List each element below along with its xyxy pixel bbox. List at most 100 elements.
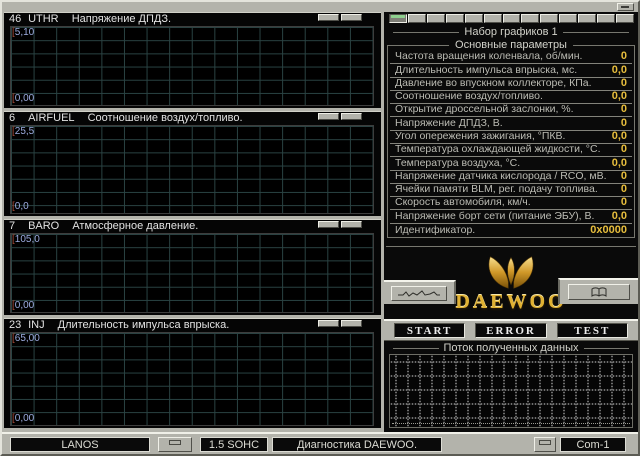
graph-code: BARO [28, 220, 60, 232]
status-model-field: LANOS [10, 437, 150, 452]
graph-scale-down-button[interactable] [341, 113, 362, 120]
param-value: 0 [620, 76, 627, 89]
start-button[interactable]: START [394, 323, 466, 338]
graph-panel-baro: 7 BARO Атмосферное давление. [105,0 [0,0… [4, 220, 381, 315]
param-label: Температура воздуха, °С. [395, 156, 521, 169]
param-row: Давление во впускном коллекторе, КПа. 0 [390, 76, 632, 91]
param-value: 0 [620, 169, 627, 182]
waveform-button[interactable] [391, 285, 447, 301]
manual-pedestal [558, 278, 638, 304]
graph-id: 23 [9, 319, 22, 331]
param-value: 0,0 [611, 129, 627, 142]
graph-scale-down-button[interactable] [341, 320, 362, 327]
graph-panel-inj: 23 INJ Длительность импульса впрыска. [6… [4, 319, 381, 428]
test-button[interactable]: TEST [556, 323, 628, 338]
param-label: Напряжение датчика кислорода / RCO, мВ. [395, 169, 607, 182]
graph-header: 7 BARO Атмосферное давление. [4, 220, 381, 233]
waveform-icon [398, 289, 440, 297]
param-label: Длительность импульса впрыска, мс. [395, 63, 578, 76]
param-value: 0 [620, 116, 627, 129]
plot-area: [25,5 [0,0 [10, 125, 374, 214]
graph-set-tab-strip [389, 14, 634, 23]
param-label: Открытие дроссельной заслонки, %. [395, 103, 574, 116]
param-label: Напряжение борт сети (питание ЭБУ), В. [395, 209, 595, 222]
param-row: Длительность импульса впрыска, мс. 0,0 [390, 63, 632, 78]
graph-set-tab[interactable] [464, 14, 483, 23]
graph-header: 23 INJ Длительность импульса впрыска. [4, 319, 381, 332]
stream-grid [389, 354, 633, 428]
groupbox-bottom-line [386, 246, 636, 247]
graph-scale-up-button[interactable] [318, 320, 339, 327]
daewoo-emblem-icon [484, 254, 538, 295]
param-value: 0 [620, 183, 627, 196]
y-max-label: [5,10 [12, 27, 35, 38]
param-row: Скорость автомобиля, км/ч. 0 [390, 196, 632, 211]
graph-set-tab-active[interactable] [389, 14, 407, 23]
graph-scale-up-button[interactable] [318, 113, 339, 120]
param-row: Идентификатор. 0x0000 [390, 224, 632, 237]
param-row: Температура охлаждающей жидкости, °С. 0 [390, 143, 632, 158]
param-row: Соотношение воздух/топливо. 0,0 [390, 90, 632, 105]
graph-panel-airfuel: 6 AIRFUEL Соотношение воздух/топливо. [2… [4, 112, 381, 216]
param-label: Скорость автомобиля, км/ч. [395, 196, 531, 209]
y-max-label: [105,0 [12, 234, 40, 245]
graph-scale-up-button[interactable] [318, 221, 339, 228]
y-min-label: [0,00 [12, 413, 35, 424]
stream-title: Поток полученных данных [388, 342, 634, 354]
manual-button[interactable] [568, 284, 630, 300]
graph-scale-down-button[interactable] [341, 221, 362, 228]
y-max-label: [25,5 [12, 126, 35, 137]
graph-set-tab[interactable] [502, 14, 521, 23]
graph-set-tab[interactable] [483, 14, 502, 23]
graph-title: Напряжение ДПДЗ. [71, 13, 172, 25]
param-label: Частота вращения коленвала, об/мин. [395, 50, 583, 63]
y-min-label: [0,00 [12, 93, 35, 104]
graph-scale-up-button[interactable] [318, 14, 339, 21]
graph-title: Соотношение воздух/топливо. [87, 112, 243, 124]
param-label: Давление во впускном коллекторе, КПа. [395, 76, 592, 89]
param-row: Напряжение датчика кислорода / RCO, мВ. 0 [390, 169, 632, 184]
graph-set-tab[interactable] [616, 14, 634, 23]
graph-title: Длительность импульса впрыска. [57, 319, 230, 331]
param-row: Угол опережения зажигания, °ПКВ. 0,0 [390, 129, 632, 144]
param-label: Соотношение воздух/топливо. [395, 90, 543, 103]
graph-set-tab[interactable] [426, 14, 445, 23]
status-port-field: Com-1 [560, 437, 626, 452]
graph-code: UTHR [28, 13, 59, 25]
param-value: 0,0 [611, 209, 627, 222]
param-label: Идентификатор. [395, 223, 476, 236]
oscilloscope-pedestal [384, 280, 456, 304]
param-value: 0 [620, 196, 627, 209]
graph-set-tab[interactable] [540, 14, 559, 23]
graph-set-tab[interactable] [445, 14, 464, 23]
error-button[interactable]: ERROR [475, 323, 547, 338]
params-group-title: Основные параметры [449, 39, 573, 51]
graph-set-tab[interactable] [407, 14, 426, 23]
plot-area: [65,00 [0,00 [10, 332, 374, 426]
param-value: 0 [620, 143, 627, 156]
graph-set-tab[interactable] [597, 14, 616, 23]
status-engine-field: 1.5 SOHC [200, 437, 268, 452]
y-min-label: [0,00 [12, 300, 35, 311]
graph-set-tab[interactable] [578, 14, 597, 23]
graph-scale-down-button[interactable] [341, 14, 362, 21]
graph-set-tab[interactable] [559, 14, 578, 23]
status-model-button[interactable] [158, 437, 192, 452]
graph-code: INJ [28, 319, 45, 331]
graph-code: AIRFUEL [28, 112, 75, 124]
param-value: 0 [620, 103, 627, 116]
param-label: Напряжение ДПДЗ, В. [395, 116, 503, 129]
graph-set-tab[interactable] [521, 14, 540, 23]
param-row: Напряжение борт сети (питание ЭБУ), В. 0,… [390, 209, 632, 224]
param-row: Открытие дроссельной заслонки, %. 0 [390, 103, 632, 118]
y-min-label: [0,0 [12, 201, 29, 212]
status-port-button[interactable] [534, 437, 556, 452]
params-list: Частота вращения коленвала, об/мин. 0 Дли… [390, 50, 632, 237]
control-panel: Набор графиков 1 Основные параметры Част… [384, 12, 638, 432]
y-max-label: [65,00 [12, 333, 40, 344]
graph-header: 6 AIRFUEL Соотношение воздух/топливо. [4, 112, 381, 125]
param-value: 0x0000 [590, 223, 627, 236]
window-restore-icon[interactable] [617, 3, 634, 11]
command-bar: START ERROR TEST [384, 319, 638, 341]
graph-set-title: Набор графиков 1 [388, 26, 634, 38]
